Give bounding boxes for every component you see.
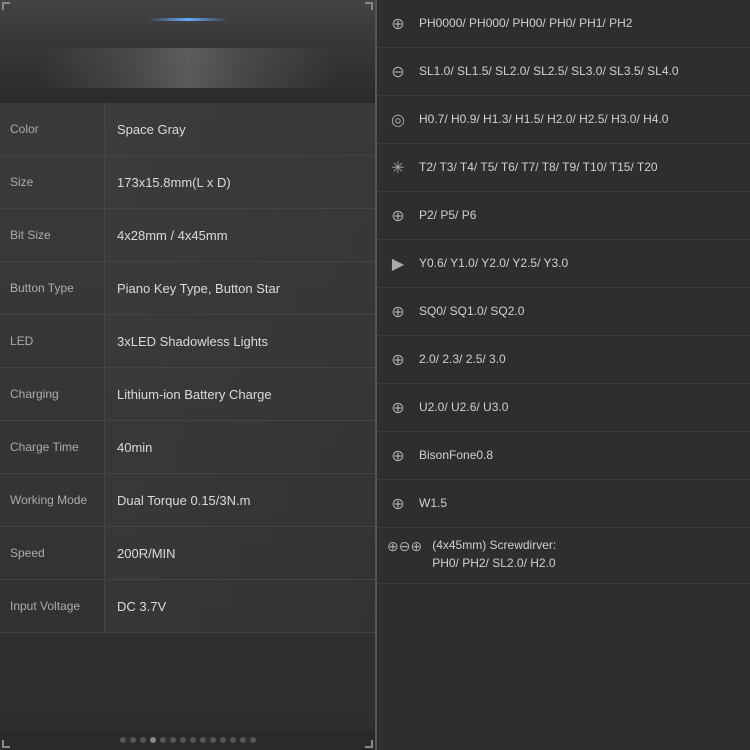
- bit-icon: ⊕: [387, 349, 409, 371]
- carousel-dot[interactable]: [190, 737, 196, 743]
- bit-text: U2.0/ U2.6/ U3.0: [419, 399, 508, 416]
- bit-icon: ⊖: [387, 61, 409, 83]
- last-bit-icon: ⊕: [387, 538, 399, 555]
- spec-value: 40min: [105, 421, 375, 473]
- spec-value: 173x15.8mm(L x D): [105, 156, 375, 208]
- left-panel: ColorSpace GraySize173x15.8mm(L x D)Bit …: [0, 0, 375, 750]
- spec-value: 3xLED Shadowless Lights: [105, 315, 375, 367]
- bit-text: SL1.0/ SL1.5/ SL2.0/ SL2.5/ SL3.0/ SL3.5…: [419, 63, 679, 80]
- spec-row: ChargingLithium-ion Battery Charge: [0, 368, 375, 421]
- bit-icon: ⊕: [387, 205, 409, 227]
- bit-icon: ✳: [387, 157, 409, 179]
- bit-row: ⊕ P2/ P5/ P6: [377, 192, 750, 240]
- bit-row: ⊕ PH0000/ PH000/ PH00/ PH0/ PH1/ PH2: [377, 0, 750, 48]
- carousel-dot[interactable]: [170, 737, 176, 743]
- spec-row: Working ModeDual Torque 0.15/3N.m: [0, 474, 375, 527]
- spec-row: Charge Time40min: [0, 421, 375, 474]
- bit-row: ◎ H0.7/ H0.9/ H1.3/ H1.5/ H2.0/ H2.5/ H3.…: [377, 96, 750, 144]
- bit-text: P2/ P5/ P6: [419, 207, 476, 224]
- carousel-dot[interactable]: [160, 737, 166, 743]
- spec-label: LED: [0, 315, 105, 367]
- carousel-dot[interactable]: [180, 737, 186, 743]
- carousel-dot[interactable]: [250, 737, 256, 743]
- corner-tr: [365, 2, 373, 10]
- bit-text: BisonFone0.8: [419, 447, 493, 464]
- bit-icon: ⊕: [387, 301, 409, 323]
- spec-row: Size173x15.8mm(L x D): [0, 156, 375, 209]
- bit-row: ⊕ BisonFone0.8: [377, 432, 750, 480]
- last-bit-text: (4x45mm) Screwdirver:PH0/ PH2/ SL2.0/ H2…: [432, 536, 556, 572]
- bit-text: 2.0/ 2.3/ 2.5/ 3.0: [419, 351, 506, 368]
- carousel-dot[interactable]: [150, 737, 156, 743]
- bit-text: Y0.6/ Y1.0/ Y2.0/ Y2.5/ Y3.0: [419, 255, 568, 272]
- bit-text: H0.7/ H0.9/ H1.3/ H1.5/ H2.0/ H2.5/ H3.0…: [419, 111, 668, 128]
- bottom-dots: [0, 730, 375, 750]
- spec-label: Charging: [0, 368, 105, 420]
- carousel-dot[interactable]: [140, 737, 146, 743]
- bit-icon: ⊕: [387, 493, 409, 515]
- spec-value: 4x28mm / 4x45mm: [105, 209, 375, 261]
- carousel-dot[interactable]: [220, 737, 226, 743]
- spec-row: Button TypePiano Key Type, Button Star: [0, 262, 375, 315]
- bit-text: PH0000/ PH000/ PH00/ PH0/ PH1/ PH2: [419, 15, 632, 32]
- spec-value: Space Gray: [105, 103, 375, 155]
- corner-tl: [2, 2, 10, 10]
- spec-value: Dual Torque 0.15/3N.m: [105, 474, 375, 526]
- spec-label: Charge Time: [0, 421, 105, 473]
- bit-text: SQ0/ SQ1.0/ SQ2.0: [419, 303, 524, 320]
- last-bit-icon: ⊕: [410, 538, 422, 555]
- spec-value: 200R/MIN: [105, 527, 375, 579]
- carousel-dot[interactable]: [130, 737, 136, 743]
- header-divider: [148, 18, 228, 21]
- bit-icon: ⊕: [387, 13, 409, 35]
- spec-value: Lithium-ion Battery Charge: [105, 368, 375, 420]
- spec-label: Color: [0, 103, 105, 155]
- header-section: [0, 0, 375, 33]
- specs-table: ColorSpace GraySize173x15.8mm(L x D)Bit …: [0, 103, 375, 730]
- spec-row: Speed200R/MIN: [0, 527, 375, 580]
- spec-row: LED3xLED Shadowless Lights: [0, 315, 375, 368]
- corner-br: [365, 740, 373, 748]
- spec-label: Button Type: [0, 262, 105, 314]
- spec-value: DC 3.7V: [105, 580, 375, 632]
- bit-row: ✳ T2/ T3/ T4/ T5/ T6/ T7/ T8/ T9/ T10/ T1…: [377, 144, 750, 192]
- carousel-dot[interactable]: [240, 737, 246, 743]
- carousel-dot[interactable]: [230, 737, 236, 743]
- bit-text: W1.5: [419, 495, 447, 512]
- spec-row: ColorSpace Gray: [0, 103, 375, 156]
- spec-label: Bit Size: [0, 209, 105, 261]
- carousel-dot[interactable]: [200, 737, 206, 743]
- right-panel: ⊕ PH0000/ PH000/ PH00/ PH0/ PH1/ PH2 ⊖ SL1.…: [375, 0, 750, 750]
- bit-icon: ▶: [387, 253, 409, 275]
- spec-label: Working Mode: [0, 474, 105, 526]
- spec-value: Piano Key Type, Button Star: [105, 262, 375, 314]
- spec-row: Bit Size4x28mm / 4x45mm: [0, 209, 375, 262]
- bit-row: ⊕ W1.5: [377, 480, 750, 528]
- bit-row: ⊕ 2.0/ 2.3/ 2.5/ 3.0: [377, 336, 750, 384]
- bit-row: ⊕ U2.0/ U2.6/ U3.0: [377, 384, 750, 432]
- last-bit-icon: ⊖: [399, 538, 411, 555]
- corner-bl: [2, 740, 10, 748]
- bit-row: ⊖ SL1.0/ SL1.5/ SL2.0/ SL2.5/ SL3.0/ SL3.…: [377, 48, 750, 96]
- bit-row: ▶ Y0.6/ Y1.0/ Y2.0/ Y2.5/ Y3.0: [377, 240, 750, 288]
- bit-icon: ⊕: [387, 397, 409, 419]
- multi-icon: ⊕⊖⊕: [387, 538, 422, 555]
- bit-row-last: ⊕⊖⊕ (4x45mm) Screwdirver:PH0/ PH2/ SL2.0/…: [377, 528, 750, 584]
- bit-icon: ⊕: [387, 445, 409, 467]
- spec-label: Input Voltage: [0, 580, 105, 632]
- product-image: [0, 33, 375, 103]
- bit-row: ⊕ SQ0/ SQ1.0/ SQ2.0: [377, 288, 750, 336]
- spec-label: Size: [0, 156, 105, 208]
- spec-label: Speed: [0, 527, 105, 579]
- carousel-dot[interactable]: [120, 737, 126, 743]
- bit-icon: ◎: [387, 109, 409, 131]
- spec-row: Input VoltageDC 3.7V: [0, 580, 375, 633]
- bit-text: T2/ T3/ T4/ T5/ T6/ T7/ T8/ T9/ T10/ T15…: [419, 159, 658, 176]
- carousel-dot[interactable]: [210, 737, 216, 743]
